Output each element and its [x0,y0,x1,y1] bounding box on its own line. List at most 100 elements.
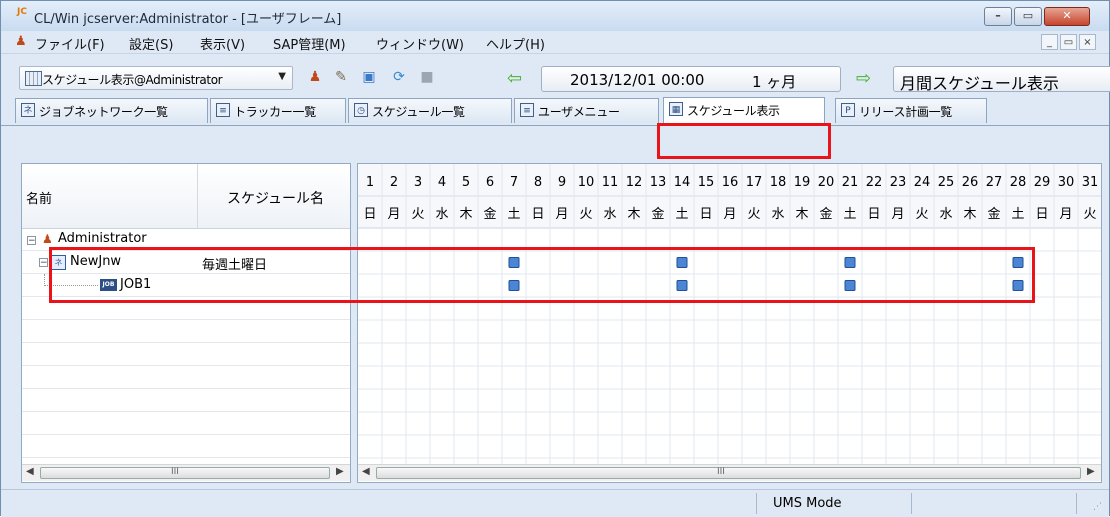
display-mode-label: 月間スケジュール表示 [900,74,1059,93]
scroll-right-icon[interactable]: ▶ [1087,466,1095,477]
tab-schedule-view[interactable]: ▦ スケジュール表示 [663,97,825,124]
day-number-label: 13 [650,175,667,190]
maximize-icon: ▭ [1022,9,1034,22]
scroll-left-icon[interactable]: ◀ [26,466,34,477]
day-number-label: 25 [938,175,955,190]
tree-line [44,285,98,287]
tree-row-job[interactable]: JOB JOB1 [22,274,350,297]
schedule-marker[interactable] [676,280,688,291]
column-header-name[interactable]: 名前 [26,188,52,207]
job-tree-pane[interactable]: 名前 スケジュール名 − ♟ Administrator − ネ NewJnw … [21,163,351,483]
tree-node-name: NewJnw [70,254,122,269]
user-icon: ♟ [15,34,27,49]
day-number-label: 15 [698,175,715,190]
day-number-label: 5 [462,175,470,190]
menu-view[interactable]: 表示(V) [200,34,245,53]
weekday-label: 火 [1083,207,1096,222]
arrow-right-icon[interactable]: ⇨ [856,68,871,89]
day-number-label: 29 [1034,175,1051,190]
tree-node-name: Administrator [58,231,147,246]
empty-row [22,297,350,320]
day-number-label: 14 [674,175,691,190]
weekday-label: 水 [939,207,952,222]
refresh-icon[interactable]: ⟳ [389,69,409,85]
right-horizontal-scrollbar[interactable]: ◀ III ▶ [358,464,1101,481]
schedule-marker[interactable] [1012,257,1024,268]
tab-schedule-list[interactable]: ◷ スケジュール一覧 [348,98,512,123]
day-number-label: 9 [558,175,566,190]
schedule-calendar-grid[interactable]: 1 日 2 月 3 火 4 水 5 木 6 金 7 土 8 日 9 月 10 火 11 水 12 木 13 金 14 土 15 日 16 月 1… [357,163,1102,483]
schedule-marker[interactable] [508,257,520,268]
tab-tracker-list[interactable]: ≡ トラッカー一覧 [210,98,346,123]
menu-sap[interactable]: SAP管理(M) [273,34,346,53]
close-button[interactable]: ✕ [1044,7,1090,26]
scroll-left-icon[interactable]: ◀ [362,466,370,477]
status-separator [756,493,757,514]
column-divider[interactable] [197,164,198,228]
tab-jobnet-list[interactable]: ネ ジョブネットワーク一覧 [15,98,208,123]
schedule-marker[interactable] [1012,280,1024,291]
grip-icon: III [717,467,725,477]
menu-settings[interactable]: 設定(S) [129,34,173,53]
tools-icon[interactable]: ✎ [331,69,351,85]
day-number-label: 17 [746,175,763,190]
weekday-label: 木 [795,207,808,222]
user-tool-icon[interactable]: ♟ [305,69,325,85]
app-window: JC CL/Win jcserver:Administrator - [ユーザフ… [0,0,1110,517]
grip-icon: III [171,467,179,477]
tab-user-menu[interactable]: ≡ ユーザメニュー [514,98,659,123]
schedule-view-combo[interactable]: スケジュール表示@Administrator ▼ [19,66,293,90]
menu-window[interactable]: ウィンドウ(W) [376,34,464,53]
day-number-label: 31 [1082,175,1099,190]
open-icon[interactable]: ▣ [359,69,379,85]
empty-row [22,320,350,343]
window-title: CL/Win jcserver:Administrator - [ユーザフレーム… [34,12,342,27]
mdi-restore-button[interactable]: ▭ [1060,34,1077,50]
mdi-minimize-button[interactable]: _ [1041,34,1058,50]
scroll-right-icon[interactable]: ▶ [336,466,344,477]
day-number-label: 4 [438,175,446,190]
left-horizontal-scrollbar[interactable]: ◀ III ▶ [22,464,350,481]
day-number-label: 7 [510,175,518,190]
schedule-marker[interactable] [844,257,856,268]
day-number-label: 2 [390,175,398,190]
collapse-toggle-icon[interactable]: − [39,258,48,268]
minimize-button[interactable]: – [984,7,1012,26]
day-number-label: 23 [890,175,907,190]
weekday-label: 日 [531,207,544,222]
tree-row-jobnet[interactable]: − ネ NewJnw 毎週土曜日 [22,251,350,274]
lock-icon[interactable]: ■ [417,69,437,85]
weekday-label: 月 [555,207,568,222]
weekday-label: 日 [363,207,376,222]
schedule-marker[interactable] [676,257,688,268]
menu-help[interactable]: ヘルプ(H) [486,34,545,53]
resize-grip-icon[interactable]: ⋰ [1093,502,1102,512]
tab-release-plan-list[interactable]: P リリース計画一覧 [835,98,987,123]
tab-label: スケジュール表示 [687,104,780,118]
schedule-view-combo-value: スケジュール表示@Administrator [42,73,223,87]
weekday-label: 月 [1059,207,1072,222]
collapse-toggle-icon[interactable]: − [27,236,36,246]
display-mode-box[interactable]: 月間スケジュール表示 [893,66,1110,93]
title-bar[interactable]: JC CL/Win jcserver:Administrator - [ユーザフ… [1,1,1109,31]
date-range-display[interactable]: 2013/12/01 00:00 1 ヶ月 [541,66,841,92]
schedule-marker[interactable] [508,280,520,291]
menu-file[interactable]: ファイル(F) [35,34,105,53]
scrollbar-thumb[interactable]: III [376,467,1081,479]
mdi-close-button[interactable]: × [1079,34,1096,50]
scrollbar-thumb[interactable]: III [40,467,330,479]
maximize-button[interactable]: ▭ [1014,7,1042,26]
day-number-label: 20 [818,175,835,190]
status-separator [1076,493,1077,514]
status-bar: UMS Mode ⋰ [1,489,1109,517]
weekday-label: 金 [651,206,664,222]
tree-row-user[interactable]: − ♟ Administrator [22,228,350,251]
schedule-marker[interactable] [844,280,856,291]
day-number-label: 27 [986,175,1003,190]
arrow-left-icon[interactable]: ⇦ [507,68,522,89]
weekday-label: 水 [435,207,448,222]
day-number-label: 28 [1010,175,1027,190]
tab-bar: ネ ジョブネットワーク一覧 ≡ トラッカー一覧 ◷ スケジュール一覧 ≡ ユーザ… [1,95,1109,126]
column-header-schedule[interactable]: スケジュール名 [227,188,324,208]
mdi-minimize-icon: _ [1047,37,1052,48]
